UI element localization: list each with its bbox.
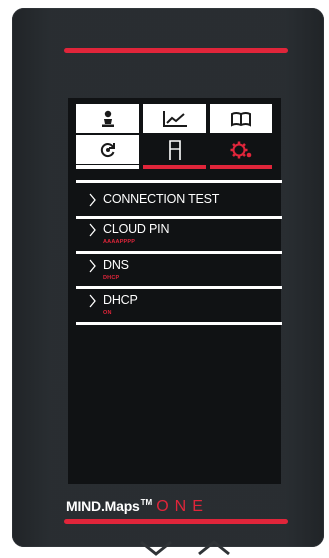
top-status-light-bar	[64, 48, 288, 53]
tab-settings[interactable]	[210, 135, 272, 164]
refresh-icon	[100, 142, 115, 157]
bottom-status-light-bar	[64, 519, 288, 524]
brand-logo: MIND.MapsTM ONE	[66, 498, 209, 518]
tab-underline	[76, 165, 139, 169]
chevron-right-icon	[89, 223, 96, 237]
menu-item-label: DNS	[103, 258, 129, 272]
tab-underline-active	[143, 165, 206, 169]
display-screen: CONNECTION TEST CLOUD PIN AAAAPPPP DNS D…	[68, 98, 282, 556]
divider	[76, 180, 282, 183]
tab-person[interactable]	[76, 104, 139, 133]
person-icon	[101, 110, 114, 127]
menu-item-cloud-pin[interactable]: CLOUD PIN AAAAPPPP	[88, 220, 278, 252]
tab-door[interactable]	[143, 135, 206, 164]
brand-suffix: ONE	[156, 498, 209, 515]
menu-item-label: CONNECTION TEST	[103, 192, 220, 206]
brand-name: MIND.Maps	[66, 498, 140, 514]
door-icon	[168, 139, 181, 160]
menu-item-value: ON	[103, 310, 112, 316]
tab-refresh[interactable]	[76, 135, 139, 164]
menu-item-label: CLOUD PIN	[103, 222, 170, 236]
menu-item-connection-test[interactable]: CONNECTION TEST	[88, 190, 278, 222]
brand-trademark: TM	[140, 498, 153, 507]
settings-gear-icon	[230, 141, 252, 158]
chevron-right-icon	[89, 193, 96, 207]
chevron-right-icon	[89, 259, 96, 273]
line-chart-icon	[162, 110, 187, 127]
menu-item-label: DHCP	[103, 293, 138, 307]
menu-item-dns[interactable]: DNS DHCP	[88, 256, 278, 288]
tab-chart[interactable]	[143, 104, 206, 133]
device-panel: CONNECTION TEST CLOUD PIN AAAAPPPP DNS D…	[12, 8, 324, 556]
chevron-up-icon[interactable]	[196, 538, 232, 558]
tab-underline-active	[210, 165, 272, 169]
open-book-icon	[231, 111, 251, 127]
menu-item-dhcp[interactable]: DHCP ON	[88, 291, 278, 323]
chevron-down-icon[interactable]	[138, 538, 174, 558]
menu-item-value: DHCP	[103, 275, 120, 281]
menu-item-value: AAAAPPPP	[103, 239, 136, 245]
chevron-right-icon	[89, 294, 96, 308]
tab-book[interactable]	[210, 104, 272, 133]
